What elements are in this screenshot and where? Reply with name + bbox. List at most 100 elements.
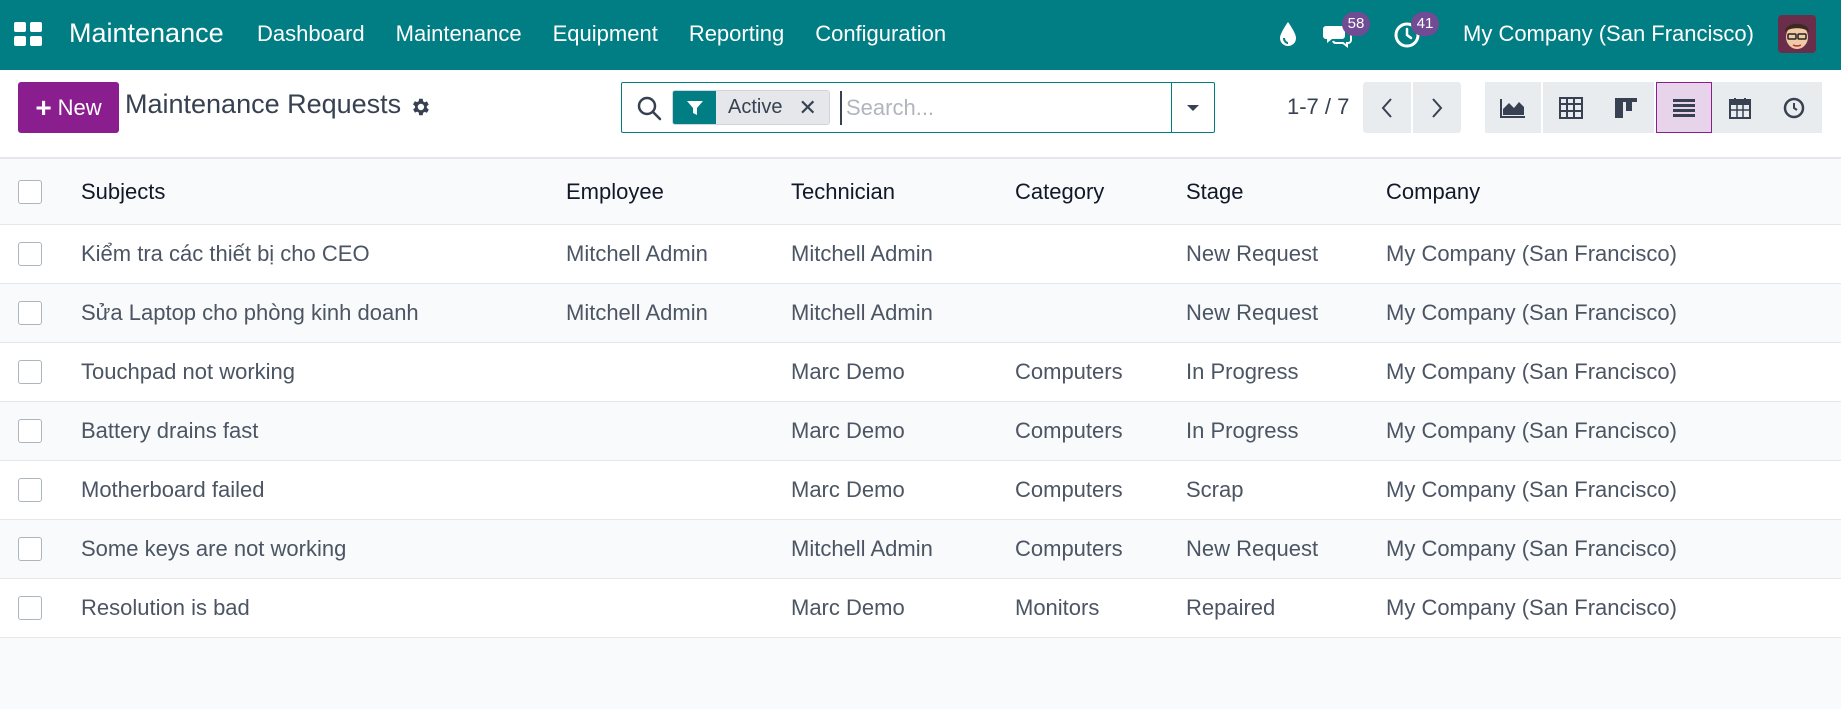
- company-switcher[interactable]: My Company (San Francisco): [1463, 21, 1754, 47]
- kanban-view-button[interactable]: [1598, 82, 1654, 133]
- row-checkbox[interactable]: [18, 301, 42, 325]
- menu-reporting[interactable]: Reporting: [689, 21, 784, 47]
- filter-facet: Active ✕: [672, 90, 830, 125]
- cell-company: My Company (San Francisco): [1386, 418, 1677, 443]
- clock-icon: [1783, 97, 1805, 118]
- cell-stage: Repaired: [1186, 595, 1276, 620]
- pager-value[interactable]: 1-7 / 7: [1287, 94, 1349, 120]
- column-header-technician[interactable]: Technician: [791, 159, 895, 224]
- row-checkbox-cell[interactable]: [18, 284, 42, 342]
- cell-stage: In Progress: [1186, 418, 1299, 443]
- chevron-right-icon: [1432, 97, 1443, 118]
- row-checkbox-cell[interactable]: [18, 343, 42, 401]
- pivot-view-button[interactable]: [1543, 82, 1599, 133]
- drop-icon[interactable]: [1278, 20, 1298, 48]
- page-title: Maintenance Requests: [125, 89, 402, 119]
- menu-dashboard[interactable]: Dashboard: [257, 21, 365, 47]
- search-bar: Active ✕: [621, 82, 1215, 133]
- cell-stage: New Request: [1186, 536, 1319, 561]
- cell-category: Monitors: [1015, 595, 1100, 620]
- cell-subject: Motherboard failed: [81, 477, 265, 502]
- area-chart-icon: [1500, 98, 1525, 118]
- cell-stage: New Request: [1186, 300, 1319, 325]
- cell-stage: Scrap: [1186, 477, 1244, 502]
- control-panel: + New Maintenance Requests Active ✕ 1-7 …: [0, 70, 1841, 158]
- table-row[interactable]: Touchpad not working Marc Demo Computers…: [0, 343, 1841, 402]
- cell-technician: Mitchell Admin: [791, 300, 933, 325]
- column-header-stage[interactable]: Stage: [1186, 159, 1244, 224]
- cell-technician: Marc Demo: [791, 477, 905, 502]
- filter-facet-label: Active: [716, 91, 795, 124]
- select-all-checkbox[interactable]: [18, 179, 42, 204]
- cell-company: My Company (San Francisco): [1386, 536, 1677, 561]
- row-checkbox[interactable]: [18, 419, 42, 443]
- user-avatar[interactable]: [1778, 15, 1816, 53]
- cell-subject: Kiểm tra các thiết bị cho CEO: [81, 241, 370, 266]
- row-checkbox[interactable]: [18, 242, 42, 266]
- kanban-icon: [1615, 97, 1637, 118]
- list-view-button[interactable]: [1656, 82, 1712, 133]
- table-row[interactable]: Resolution is bad Marc Demo Monitors Rep…: [0, 579, 1841, 638]
- menu-configuration[interactable]: Configuration: [815, 21, 946, 47]
- column-header-employee[interactable]: Employee: [566, 159, 664, 224]
- cell-employee: Mitchell Admin: [566, 300, 708, 325]
- cell-technician: Marc Demo: [791, 418, 905, 443]
- cell-stage: In Progress: [1186, 359, 1299, 384]
- gear-icon[interactable]: [409, 96, 431, 118]
- chevron-left-icon: [1381, 97, 1392, 118]
- row-checkbox[interactable]: [18, 537, 42, 561]
- list-icon: [1673, 98, 1695, 117]
- calendar-icon: [1729, 97, 1751, 119]
- row-checkbox-cell[interactable]: [18, 579, 42, 637]
- search-icon[interactable]: [636, 95, 662, 121]
- app-name[interactable]: Maintenance: [69, 18, 224, 49]
- cell-subject: Sửa Laptop cho phòng kinh doanh: [81, 300, 419, 325]
- menu-equipment[interactable]: Equipment: [553, 21, 658, 47]
- cell-technician: Marc Demo: [791, 359, 905, 384]
- graph-view-button[interactable]: [1485, 82, 1541, 133]
- filter-icon: [673, 91, 716, 124]
- table-grid-icon: [1559, 96, 1583, 119]
- cell-subject: Touchpad not working: [81, 359, 296, 384]
- cell-category: Computers: [1015, 418, 1123, 443]
- cell-subject: Battery drains fast: [81, 418, 259, 443]
- row-checkbox-cell[interactable]: [18, 402, 42, 460]
- row-checkbox-cell[interactable]: [18, 225, 42, 283]
- table-row[interactable]: Motherboard failed Marc Demo Computers S…: [0, 461, 1841, 520]
- cell-employee: Mitchell Admin: [566, 241, 708, 266]
- cell-company: My Company (San Francisco): [1386, 359, 1677, 384]
- plus-icon: +: [35, 91, 52, 123]
- table-row[interactable]: Sửa Laptop cho phòng kinh doanh Mitchell…: [0, 284, 1841, 343]
- row-checkbox-cell[interactable]: [18, 461, 42, 519]
- menu-maintenance[interactable]: Maintenance: [396, 21, 522, 47]
- column-header-company[interactable]: Company: [1386, 159, 1480, 224]
- table-row[interactable]: Battery drains fast Marc Demo Computers …: [0, 402, 1841, 461]
- cell-stage: New Request: [1186, 241, 1319, 266]
- search-input[interactable]: [840, 91, 1170, 125]
- column-header-subjects[interactable]: Subjects: [81, 159, 165, 224]
- row-checkbox[interactable]: [18, 478, 42, 502]
- row-checkbox-cell[interactable]: [18, 520, 42, 578]
- column-header-category[interactable]: Category: [1015, 159, 1104, 224]
- pager-previous-button[interactable]: [1363, 82, 1411, 133]
- table-row[interactable]: Kiểm tra các thiết bị cho CEO Mitchell A…: [0, 225, 1841, 284]
- search-options-toggle[interactable]: [1171, 83, 1214, 132]
- activity-view-button[interactable]: [1766, 82, 1822, 133]
- top-navbar: Maintenance Dashboard Maintenance Equipm…: [0, 0, 1841, 70]
- new-button[interactable]: + New: [18, 82, 119, 133]
- select-all-checkbox-cell[interactable]: [18, 159, 42, 224]
- facet-remove-icon[interactable]: ✕: [794, 91, 829, 124]
- table-row[interactable]: Some keys are not working Mitchell Admin…: [0, 520, 1841, 579]
- cell-subject: Some keys are not working: [81, 536, 347, 561]
- pager-next-button[interactable]: [1413, 82, 1461, 133]
- row-checkbox[interactable]: [18, 360, 42, 384]
- row-checkbox[interactable]: [18, 596, 42, 620]
- cell-subject: Resolution is bad: [81, 595, 250, 620]
- table-header-row: Subjects Employee Technician Category St…: [0, 158, 1841, 225]
- cell-category: Computers: [1015, 536, 1123, 561]
- activity-count-badge: 41: [1411, 12, 1439, 36]
- calendar-view-button[interactable]: [1712, 82, 1768, 133]
- cell-company: My Company (San Francisco): [1386, 595, 1677, 620]
- app-menu-icon[interactable]: [14, 22, 42, 46]
- caret-down-icon: [1187, 104, 1199, 111]
